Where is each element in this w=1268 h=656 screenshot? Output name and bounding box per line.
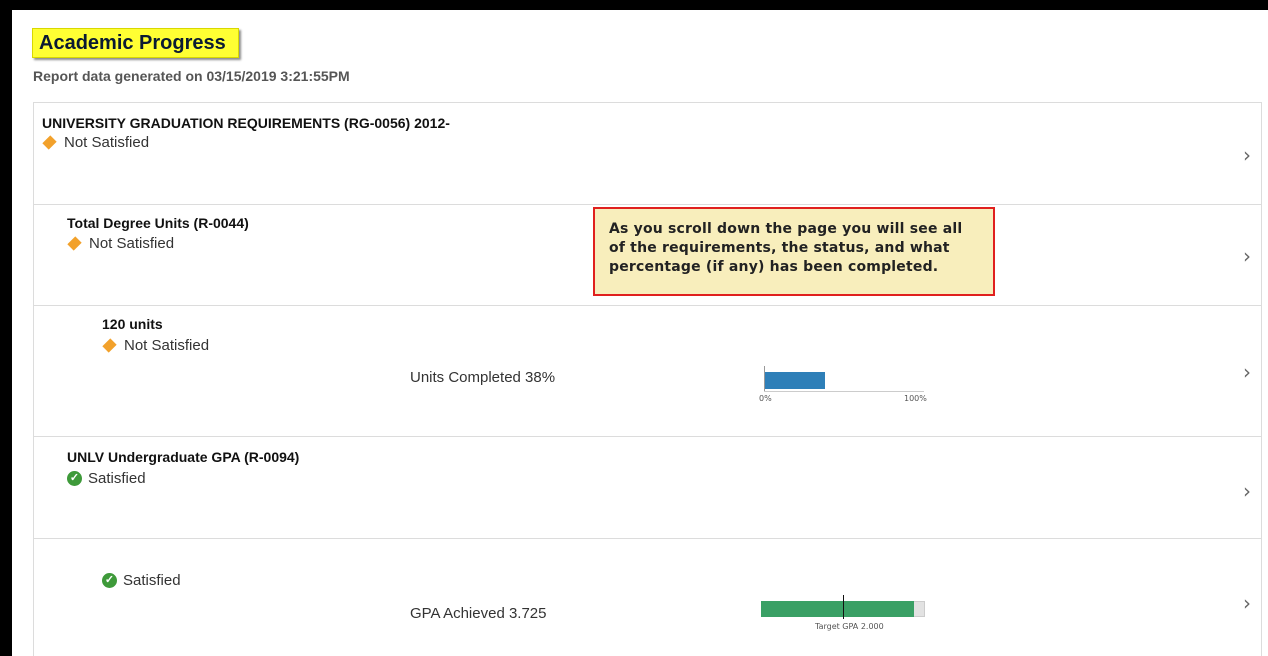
- gpa-target-label: Target GPA 2.000: [815, 622, 884, 631]
- requirement-title: UNIVERSITY GRADUATION REQUIREMENTS (RG-0…: [42, 115, 450, 131]
- status-not-satisfied: Not Satisfied: [67, 235, 174, 252]
- status-satisfied: ✓ Satisfied: [67, 470, 146, 487]
- status-text: Satisfied: [123, 572, 181, 589]
- report-generated-text: Report data generated on 03/15/2019 3:21…: [33, 68, 350, 84]
- axis-max-label: 100%: [904, 394, 927, 403]
- status-text: Satisfied: [88, 470, 146, 487]
- gpa-target-marker: [843, 595, 844, 619]
- diamond-icon: [42, 135, 57, 150]
- status-text: Not Satisfied: [64, 134, 150, 151]
- gpa-achieved-label: GPA Achieved 3.725: [410, 605, 547, 622]
- requirement-title: Total Degree Units (R-0044): [67, 215, 249, 231]
- gpa-progress-fill: [761, 601, 914, 617]
- status-text: Not Satisfied: [89, 235, 175, 252]
- status-not-satisfied: Not Satisfied: [42, 134, 149, 151]
- instruction-callout: As you scroll down the page you will see…: [593, 207, 995, 296]
- requirements-list: UNIVERSITY GRADUATION REQUIREMENTS (RG-0…: [33, 102, 1262, 656]
- check-icon: ✓: [67, 471, 82, 486]
- units-progress-chart: 0% 100%: [759, 364, 927, 404]
- status-satisfied: ✓ Satisfied: [102, 572, 181, 589]
- diamond-icon: [102, 338, 117, 353]
- chevron-right-icon[interactable]: ›: [1243, 143, 1251, 167]
- gpa-progress-chart: Target GPA 2.000: [761, 595, 925, 635]
- chevron-right-icon[interactable]: ›: [1243, 244, 1251, 268]
- units-completed-label: Units Completed 38%: [410, 369, 556, 386]
- axis-baseline: [764, 391, 924, 392]
- requirement-row-gpa-achieved[interactable]: ✓ Satisfied GPA Achieved 3.725 Target GP…: [34, 539, 1261, 656]
- diamond-icon: [67, 236, 82, 251]
- requirement-row-120-units[interactable]: 120 units Not Satisfied Units Completed …: [34, 306, 1261, 437]
- requirement-row-university-graduation[interactable]: UNIVERSITY GRADUATION REQUIREMENTS (RG-0…: [34, 103, 1261, 205]
- units-progress-fill: [765, 372, 826, 389]
- requirement-title: UNLV Undergraduate GPA (R-0094): [67, 449, 300, 465]
- axis-min-label: 0%: [759, 394, 772, 403]
- status-not-satisfied: Not Satisfied: [102, 337, 209, 354]
- requirement-title: 120 units: [102, 316, 163, 332]
- chevron-right-icon[interactable]: ›: [1243, 591, 1251, 615]
- chevron-right-icon[interactable]: ›: [1243, 360, 1251, 384]
- academic-progress-panel: Academic Progress Report data generated …: [12, 10, 1268, 656]
- page-title: Academic Progress: [32, 28, 239, 58]
- status-text: Not Satisfied: [124, 337, 210, 354]
- requirement-row-undergraduate-gpa[interactable]: UNLV Undergraduate GPA (R-0094) ✓ Satisf…: [34, 437, 1261, 539]
- chevron-right-icon[interactable]: ›: [1243, 479, 1251, 503]
- check-icon: ✓: [102, 573, 117, 588]
